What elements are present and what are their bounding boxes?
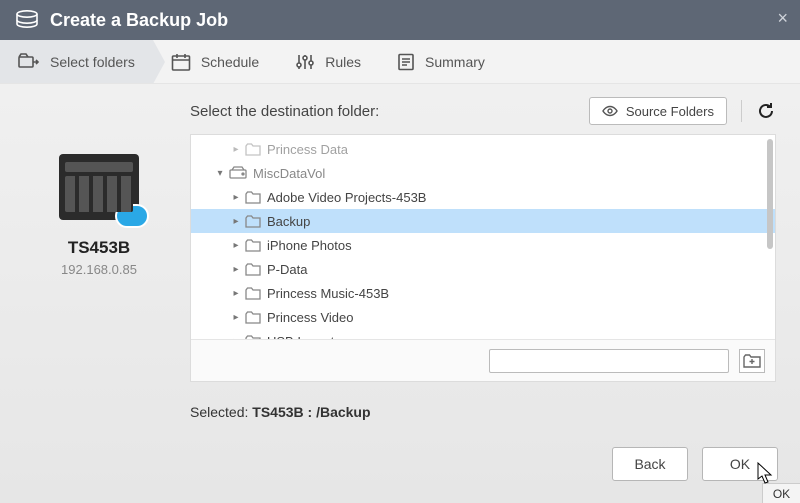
tree-row-label: Princess Music-453B — [267, 286, 389, 301]
tree-row-label: Adobe Video Projects-453B — [267, 190, 426, 205]
close-icon[interactable]: × — [777, 8, 788, 29]
tree-row[interactable]: Backup — [191, 209, 775, 233]
selected-path-line: Selected: TS453B : /Backup — [190, 404, 776, 420]
caret-right-icon — [231, 288, 241, 299]
caret-right-icon — [231, 240, 241, 251]
tree-row-label: Princess Video — [267, 310, 353, 325]
step-summary[interactable]: Summary — [379, 40, 503, 83]
tree-row-label: iPhone Photos — [267, 238, 352, 253]
device-ip: 192.168.0.85 — [61, 262, 137, 277]
caret-right-icon — [231, 264, 241, 275]
select-folders-icon — [18, 53, 40, 71]
panel-title: Select the destination folder: — [190, 103, 379, 120]
wizard-buttons: Back OK — [612, 447, 778, 481]
ok-button[interactable]: OK — [702, 447, 778, 481]
drive-icon — [229, 166, 247, 180]
summary-icon — [397, 53, 415, 71]
backup-job-icon — [14, 9, 40, 31]
step-schedule[interactable]: Schedule — [153, 40, 277, 83]
refresh-button[interactable] — [756, 101, 776, 121]
path-input[interactable] — [489, 349, 729, 373]
tree-row-label: MiscDataVol — [253, 166, 325, 181]
device-panel: TS453B 192.168.0.85 — [24, 94, 174, 464]
folder-tree-panel: Princess Data MiscDataVol Adobe Video Pr… — [190, 134, 776, 382]
tree-row-label: USB Import — [267, 334, 334, 340]
folder-icon — [245, 311, 261, 324]
caret-right-icon — [231, 144, 241, 155]
folder-icon — [245, 215, 261, 228]
sliders-icon — [295, 53, 315, 71]
device-name: TS453B — [68, 238, 130, 258]
tree-row[interactable]: P-Data — [191, 257, 775, 281]
folder-icon — [245, 287, 261, 300]
window-title: Create a Backup Job — [50, 10, 228, 31]
tree-row-label: Princess Data — [267, 142, 348, 157]
source-folders-button[interactable]: Source Folders — [589, 97, 727, 125]
selected-device: TS453B : — [252, 404, 316, 420]
caret-right-icon — [231, 336, 241, 340]
tree-row[interactable]: USB Import — [191, 329, 775, 339]
tree-footer — [191, 339, 775, 381]
new-folder-button[interactable] — [739, 349, 765, 373]
titlebar: Create a Backup Job × — [0, 0, 800, 40]
tree-row-partial[interactable]: Princess Data — [191, 137, 775, 161]
button-label: Source Folders — [626, 104, 714, 119]
caret-right-icon — [231, 192, 241, 203]
folder-icon — [245, 335, 261, 340]
tree-row-label: Backup — [267, 214, 310, 229]
tree-row[interactable]: iPhone Photos — [191, 233, 775, 257]
step-select-folders[interactable]: Select folders — [0, 40, 153, 83]
tree-row-label: P-Data — [267, 262, 307, 277]
folder-icon — [245, 191, 261, 204]
tree-row[interactable]: Princess Music-453B — [191, 281, 775, 305]
tree-row-volume[interactable]: MiscDataVol — [191, 161, 775, 185]
divider — [741, 100, 742, 122]
wizard-steps: Select folders Schedule Rules Summary — [0, 40, 800, 84]
selected-folder: /Backup — [316, 404, 370, 420]
eye-icon — [602, 105, 618, 117]
folder-icon — [245, 263, 261, 276]
caret-down-icon — [215, 168, 225, 179]
scrollbar-thumb[interactable] — [767, 139, 773, 249]
step-label: Schedule — [201, 54, 259, 70]
folder-icon — [245, 143, 261, 156]
step-label: Summary — [425, 54, 485, 70]
calendar-icon — [171, 53, 191, 71]
step-rules[interactable]: Rules — [277, 40, 379, 83]
step-label: Rules — [325, 54, 361, 70]
back-button[interactable]: Back — [612, 447, 688, 481]
tree-row[interactable]: Princess Video — [191, 305, 775, 329]
caret-right-icon — [231, 312, 241, 323]
tree-row[interactable]: Adobe Video Projects-453B — [191, 185, 775, 209]
cloud-badge-icon — [115, 204, 149, 228]
nas-device-icon — [59, 154, 139, 220]
folder-icon — [245, 239, 261, 252]
caret-right-icon — [231, 216, 241, 227]
step-label: Select folders — [50, 54, 135, 70]
selected-prefix: Selected: — [190, 404, 252, 420]
external-ok-tab[interactable]: OK — [762, 483, 800, 503]
